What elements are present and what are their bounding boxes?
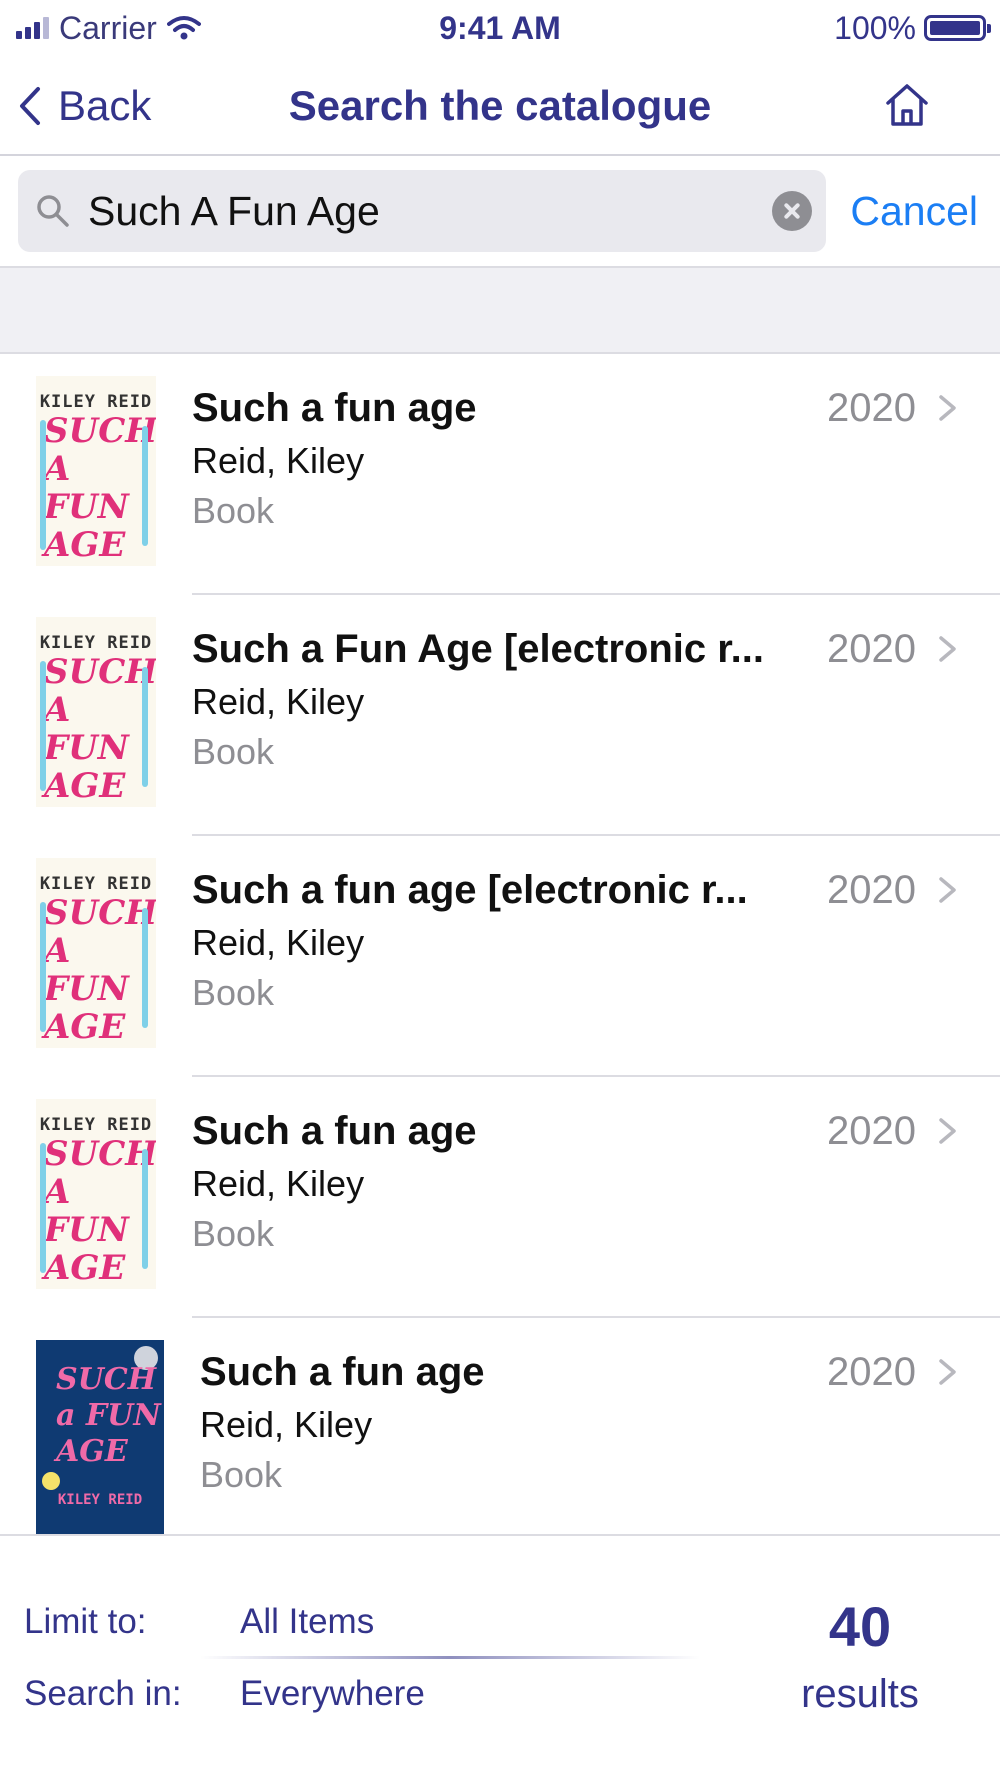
filter-panel: Limit to: All Items Search in: Everywher… <box>0 1534 1000 1780</box>
status-bar: Carrier 9:41 AM 100% <box>0 0 1000 56</box>
result-row[interactable]: SUCH a FUN AGE KILEY REID Such a fun age… <box>0 1318 1000 1534</box>
chevron-right-icon <box>939 877 956 903</box>
result-format: Book <box>200 1454 283 1495</box>
book-cover: KILEY REID SUCH A FUN AGE <box>36 1099 156 1289</box>
search-query: Such A Fun Age <box>88 188 380 234</box>
result-author: Reid, Kiley <box>192 440 365 481</box>
cover-title: SUCH A FUN AGE <box>44 893 156 1047</box>
home-icon[interactable] <box>882 80 932 130</box>
result-author: Reid, Kiley <box>192 681 365 722</box>
cancel-button[interactable]: Cancel <box>850 170 978 252</box>
battery-percent: 100% <box>834 9 916 46</box>
result-format: Book <box>192 731 275 772</box>
search-in-label: Search in: <box>24 1674 182 1713</box>
result-year: 2020 <box>827 1109 916 1153</box>
cover-title: SUCH A FUN AGE <box>44 652 156 806</box>
result-row[interactable]: KILEY REID SUCH A FUN AGE Such a fun age… <box>0 354 1000 595</box>
cover-author: KILEY REID <box>39 1115 153 1135</box>
result-row[interactable]: KILEY REID SUCH A FUN AGE Such a fun age… <box>0 1077 1000 1318</box>
result-author: Reid, Kiley <box>200 1404 373 1445</box>
battery-icon <box>924 15 991 41</box>
result-title: Such a fun age <box>192 386 477 430</box>
search-icon <box>37 195 69 227</box>
chevron-right-icon <box>939 395 956 421</box>
result-title: Such a Fun Age [electronic r... <box>192 627 764 671</box>
result-author: Reid, Kiley <box>192 1163 365 1204</box>
result-year: 2020 <box>827 386 916 430</box>
cover-title: SUCH a FUN AGE <box>56 1362 161 1469</box>
book-cover: KILEY REID SUCH A FUN AGE <box>36 376 156 566</box>
result-format: Book <box>192 1213 275 1254</box>
search-bar: Such A Fun Age Cancel <box>0 156 1000 268</box>
cover-author: KILEY REID <box>39 392 153 412</box>
book-cover: SUCH a FUN AGE KILEY REID <box>36 1340 164 1534</box>
result-row[interactable]: KILEY REID SUCH A FUN AGE Such a fun age… <box>0 836 1000 1077</box>
cover-author: KILEY REID <box>57 1492 143 1508</box>
limit-to-label: Limit to: <box>24 1602 147 1641</box>
result-count: 40 <box>828 1595 892 1658</box>
result-count-label: results <box>801 1672 919 1716</box>
cover-author: KILEY REID <box>39 633 153 653</box>
results-list: KILEY REID SUCH A FUN AGE Such a fun age… <box>0 354 1000 1534</box>
result-year: 2020 <box>827 868 916 912</box>
search-input[interactable]: Such A Fun Age <box>18 170 826 252</box>
result-year: 2020 <box>827 1350 916 1394</box>
cover-sun-icon <box>42 1472 60 1490</box>
cover-author: KILEY REID <box>39 874 153 894</box>
chevron-right-icon <box>939 1359 956 1385</box>
divider <box>200 1656 700 1659</box>
page-title: Search the catalogue <box>288 82 712 129</box>
navigation-bar: Back Search the catalogue <box>0 56 1000 156</box>
book-cover: KILEY REID SUCH A FUN AGE <box>36 617 156 807</box>
cover-title: SUCH A FUN AGE <box>44 1134 156 1288</box>
search-in-value[interactable]: Everywhere <box>240 1674 425 1714</box>
result-year: 2020 <box>827 627 916 671</box>
result-title: Such a fun age <box>200 1350 485 1394</box>
chevron-right-icon <box>939 1118 956 1144</box>
chevron-right-icon <box>939 636 956 662</box>
result-title: Such a fun age [electronic r... <box>192 868 748 912</box>
result-format: Book <box>192 972 275 1013</box>
result-author: Reid, Kiley <box>192 922 365 963</box>
battery-indicator: 100% <box>834 8 991 48</box>
section-spacer <box>0 268 1000 354</box>
result-title: Such a fun age <box>192 1109 477 1153</box>
result-format: Book <box>192 490 275 531</box>
clear-search-icon[interactable] <box>772 191 812 231</box>
result-row[interactable]: KILEY REID SUCH A FUN AGE Such a Fun Age… <box>0 595 1000 836</box>
cover-title: SUCH A FUN AGE <box>44 411 156 565</box>
limit-to-value[interactable]: All Items <box>240 1602 374 1642</box>
book-cover: KILEY REID SUCH A FUN AGE <box>36 858 156 1048</box>
